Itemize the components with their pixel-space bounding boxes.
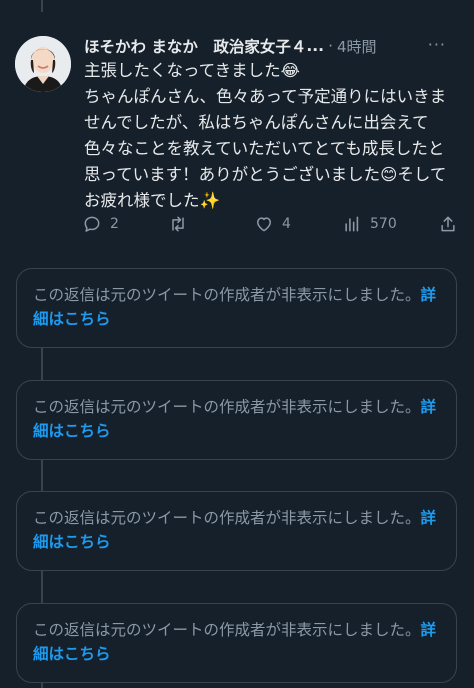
tweet-text-line: 主張したくなってきました😂	[84, 61, 300, 80]
like-button[interactable]: 4	[254, 214, 291, 234]
hidden-reply-notice: この返信は元のツイートの作成者が非表示にしました。詳細はこちら	[16, 380, 457, 460]
hidden-reply-text: この返信は元のツイートの作成者が非表示にしました。	[33, 398, 421, 416]
hidden-reply-notice: この返信は元のツイートの作成者が非表示にしました。詳細はこちら	[16, 491, 457, 571]
tweet-header: ほそかわ まなか 政治家女子４... · 4時間 ···	[84, 35, 464, 57]
like-count: 4	[282, 216, 291, 232]
thread-line-between-replies	[41, 458, 43, 492]
hidden-reply-notice: この返信は元のツイートの作成者が非表示にしました。詳細はこちら	[16, 603, 457, 683]
hidden-reply-text: この返信は元のツイートの作成者が非表示にしました。	[33, 509, 421, 527]
avatar-photo	[15, 36, 71, 92]
share-button[interactable]	[438, 214, 458, 234]
reply-icon	[84, 216, 100, 232]
avatar[interactable]	[15, 36, 71, 92]
tweet[interactable]: ほそかわ まなか 政治家女子４... · 4時間 ··· 主張したくなってきまし…	[0, 0, 474, 250]
tweet-body: 主張したくなってきました😂 ちゃんぽんさん、色々あって予定通りにはいきませんでし…	[84, 58, 460, 214]
author-name[interactable]: ほそかわ まなか 政治家女子４	[84, 35, 306, 57]
separator: ·	[328, 37, 334, 55]
views-icon	[345, 216, 359, 232]
thread-line-between-replies	[41, 569, 43, 603]
views-button[interactable]: 570	[342, 214, 397, 234]
reply-button[interactable]: 2	[82, 214, 119, 234]
heart-icon	[257, 217, 271, 232]
tweet-actions: 2 4 570	[82, 212, 462, 236]
retweet-icon	[172, 216, 184, 232]
hidden-reply-text: この返信は元のツイートの作成者が非表示にしました。	[33, 286, 421, 304]
reply-count: 2	[110, 216, 119, 232]
hidden-reply-notice: この返信は元のツイートの作成者が非表示にしました。詳細はこちら	[16, 268, 457, 348]
retweet-button[interactable]	[168, 214, 196, 234]
views-count: 570	[370, 216, 397, 232]
hidden-reply-text: この返信は元のツイートの作成者が非表示にしました。	[33, 621, 421, 639]
tweet-time[interactable]: 4時間	[337, 36, 377, 57]
tweet-text-line: ちゃんぽんさん、色々あって予定通りにはいきませんでしたが、私はちゃんぽんさんに出…	[84, 87, 447, 210]
share-icon	[441, 216, 455, 232]
more-options-icon[interactable]: ···	[428, 35, 446, 54]
author-name-ellipsis: ...	[306, 37, 325, 55]
thread-line-between-replies	[41, 346, 43, 380]
